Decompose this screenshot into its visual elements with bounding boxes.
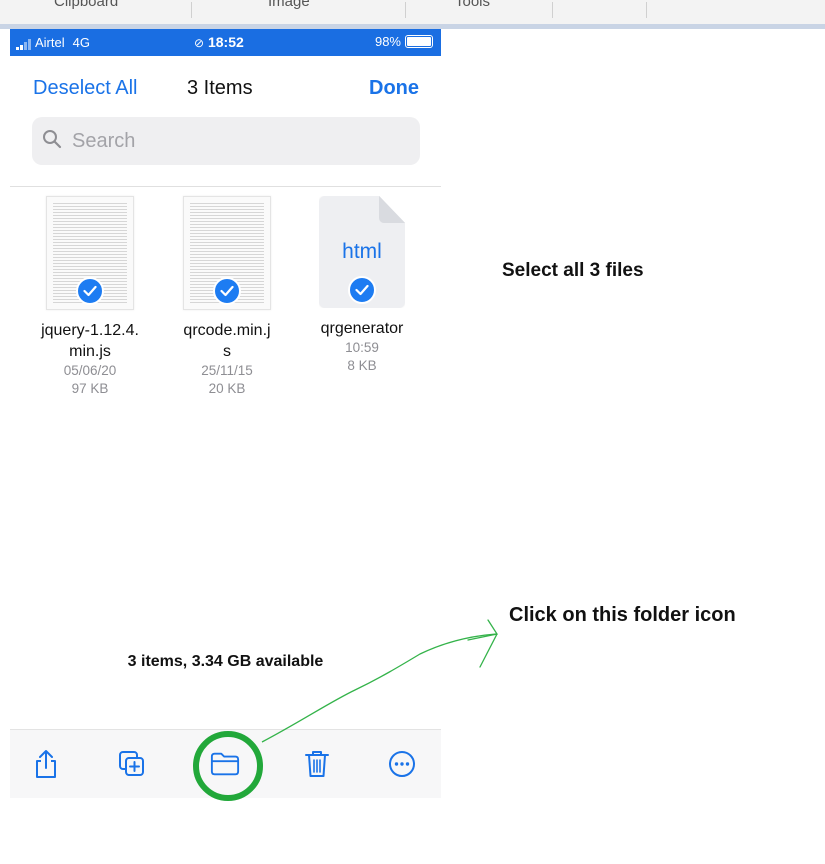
ribbon-tab-tools[interactable]: Tools: [455, 0, 490, 10]
file-size: 20 KB: [208, 381, 246, 396]
file-item-qrcode[interactable]: qrcode.min.j s 25/11/15 20 KB: [162, 196, 292, 398]
carrier-name: Airtel: [35, 35, 65, 50]
highlight-circle: [193, 731, 263, 801]
ribbon-separator: [646, 2, 647, 18]
file-thumbnail: html: [319, 196, 405, 308]
file-name: qrcode.min.j s: [183, 322, 271, 360]
network-type: 4G: [72, 35, 90, 50]
file-size: 8 KB: [347, 358, 377, 373]
file-date: 10:59: [345, 340, 379, 355]
search-bar[interactable]: [32, 117, 420, 165]
file-item-qrgenerator[interactable]: html qrgenerator 10:59 8 KB: [297, 196, 427, 375]
ribbon-bar: Clipboard Image Tools: [0, 0, 825, 24]
done-button[interactable]: Done: [369, 77, 419, 100]
file-thumbnail: [46, 196, 134, 310]
ribbon-separator: [552, 2, 553, 18]
storage-info: 3 items, 3.34 GB available: [127, 653, 324, 670]
checkmark-icon: [213, 277, 241, 305]
file-date: 25/11/15: [201, 363, 253, 378]
file-date: 05/06/20: [63, 363, 117, 378]
trash-icon[interactable]: [302, 749, 332, 779]
battery-percent: 98%: [374, 34, 401, 49]
checkmark-icon: [348, 276, 376, 304]
file-thumbnail: [183, 196, 271, 310]
more-icon[interactable]: [387, 749, 417, 779]
battery-icon: [405, 35, 433, 48]
clock: ⊘ 18:52: [194, 34, 244, 50]
clock-time: 18:52: [207, 34, 244, 50]
search-icon: [42, 129, 62, 154]
status-bar: Airtel 4G ⊘ 18:52 98%: [10, 29, 441, 56]
ribbon-separator: [191, 2, 192, 18]
share-icon[interactable]: [31, 749, 61, 779]
file-name: qrgenerator: [320, 320, 404, 337]
checkmark-icon: [76, 277, 104, 305]
ribbon-separator: [405, 2, 406, 18]
divider: [10, 186, 441, 187]
carrier-info: Airtel 4G: [16, 35, 90, 50]
ribbon-tab-image[interactable]: Image: [268, 0, 310, 10]
link-icon: ⊘: [194, 36, 205, 50]
deselect-all-button[interactable]: Deselect All: [33, 77, 138, 100]
file-item-jquery[interactable]: jquery-1.12.4. min.js 05/06/20 97 KB: [25, 196, 155, 398]
file-name: jquery-1.12.4. min.js: [41, 322, 139, 360]
duplicate-icon[interactable]: [117, 749, 147, 779]
search-input[interactable]: [70, 128, 394, 154]
selection-title: 3 Items: [187, 77, 253, 99]
navigation-bar: Deselect All 3 Items Done: [10, 69, 441, 109]
ribbon-tab-clipboard[interactable]: Clipboard: [54, 0, 118, 10]
signal-icon: [16, 39, 31, 50]
phone-screen: Airtel 4G ⊘ 18:52 98% Deselect All 3 Ite…: [10, 29, 441, 799]
file-extension: html: [342, 240, 382, 263]
file-size: 97 KB: [71, 381, 109, 396]
annotation-select-files: Select all 3 files: [502, 260, 644, 281]
annotation-click-folder: Click on this folder icon: [509, 604, 736, 626]
battery-status: 98%: [375, 34, 433, 49]
